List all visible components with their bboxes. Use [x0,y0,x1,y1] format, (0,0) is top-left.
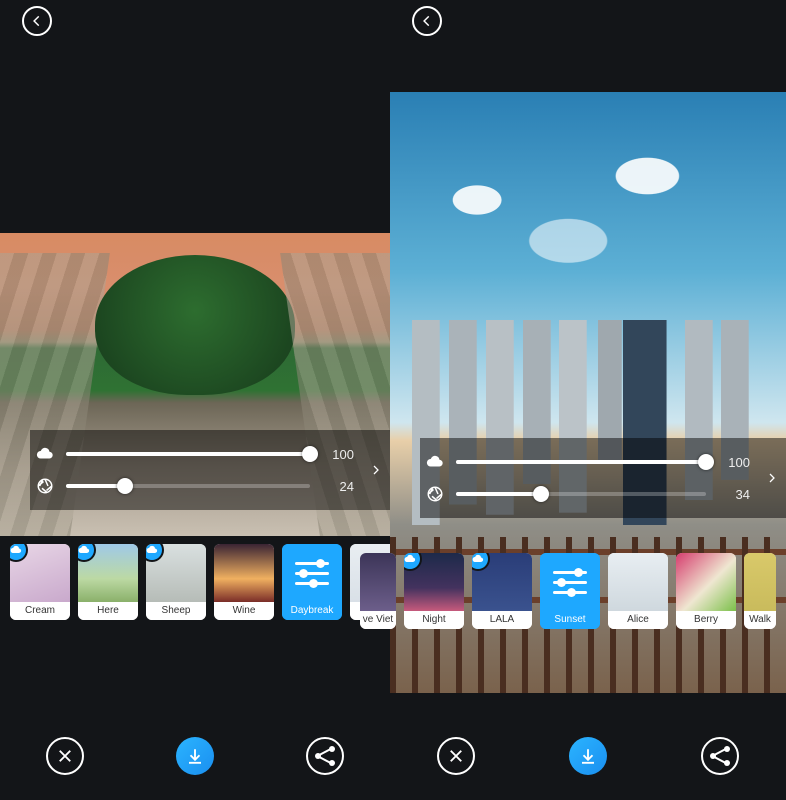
cloud-value: 100 [716,455,750,470]
cancel-button[interactable] [46,737,84,775]
editor-screen-right: 100 34 ve VietNightLALASunsetAliceBerryW… [390,0,786,800]
slider-group: 100 24 [30,430,362,510]
aperture-slider[interactable] [66,484,310,488]
close-icon [56,747,74,765]
bottom-bar [390,734,786,778]
filter-cream[interactable]: Cream [10,544,70,620]
filter-walk[interactable]: Walk [744,553,776,629]
panel-expand-button[interactable] [362,430,390,510]
filter-thumbnail [540,553,600,611]
cloud-icon [424,453,446,471]
top-bar [390,0,786,42]
share-icon [710,746,730,766]
adjustment-panel: 100 34 [420,438,786,518]
share-button[interactable] [306,737,344,775]
filter-label: Here [78,602,138,620]
preview-foreground [95,255,295,395]
sliders-icon [553,571,587,594]
bottom-bar [0,734,390,778]
filter-label: Sheep [146,602,206,620]
filter-sheep[interactable]: Sheep [146,544,206,620]
arrow-left-icon [420,14,434,28]
filter-thumbnail [744,553,776,611]
filter-strip[interactable]: ve Viet Night LALA Sunset Alice Berry Walk [360,553,786,635]
filter-label: Cream [10,602,70,620]
filter-label: Walk [744,611,776,629]
filter-here[interactable]: Here [78,544,138,620]
filter-thumbnail [214,544,274,602]
aperture-icon [424,485,446,503]
filter-wine[interactable]: Wine [214,544,274,620]
filter-night[interactable]: Night [404,553,464,629]
aperture-value: 34 [716,487,750,502]
download-button[interactable] [176,737,214,775]
filter-alice[interactable]: Alice [608,553,668,629]
download-button[interactable] [569,737,607,775]
editor-screen-left: 100 24 CreamHereSheepWineDaybreakSnow [0,0,390,800]
top-bar [0,0,390,42]
cloud-icon [34,445,56,463]
filter-label: LALA [472,611,532,629]
filter-label: Daybreak [282,602,342,620]
filter-thumbnail [608,553,668,611]
filter-strip[interactable]: CreamHereSheepWineDaybreakSnow [10,544,398,626]
arrow-left-icon [30,14,44,28]
sliders-icon [295,562,329,585]
chevron-right-icon [766,468,778,488]
filter-daybreak[interactable]: Daybreak [282,544,342,620]
filter-label: Berry [676,611,736,629]
cloud-slider-row: 100 [34,445,354,463]
back-button[interactable] [22,6,52,36]
aperture-value: 24 [320,479,354,494]
aperture-slider-row: 24 [34,477,354,495]
share-button[interactable] [701,737,739,775]
cloud-slider[interactable] [66,452,310,456]
back-button[interactable] [412,6,442,36]
preview-sky [390,92,786,332]
cloud-slider[interactable] [456,460,706,464]
filter-thumbnail [282,544,342,602]
filter-label: Night [404,611,464,629]
filter-thumbnail [676,553,736,611]
download-icon [186,747,204,765]
panel-expand-button[interactable] [758,438,786,518]
cancel-button[interactable] [437,737,475,775]
filter-lala[interactable]: LALA [472,553,532,629]
filter-label: Sunset [540,611,600,629]
chevron-right-icon [370,460,382,480]
share-icon [315,746,335,766]
filter-label: Wine [214,602,274,620]
filter-label: ve Viet [360,611,396,629]
close-icon [447,747,465,765]
cloud-value: 100 [320,447,354,462]
download-icon [579,747,597,765]
filter-label: Alice [608,611,668,629]
aperture-icon [34,477,56,495]
aperture-slider-row: 34 [424,485,750,503]
filter-berry[interactable]: Berry [676,553,736,629]
slider-group: 100 34 [420,438,758,518]
cloud-slider-row: 100 [424,453,750,471]
adjustment-panel: 100 24 [30,430,390,510]
aperture-slider[interactable] [456,492,706,496]
filter-ve-viet[interactable]: ve Viet [360,553,396,629]
filter-thumbnail [360,553,396,611]
filter-sunset[interactable]: Sunset [540,553,600,629]
